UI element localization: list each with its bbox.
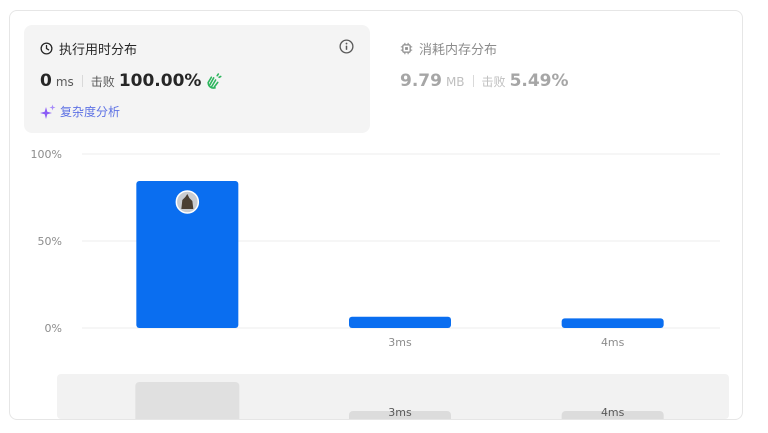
- memory-unit: MB: [445, 75, 465, 89]
- complexity-analysis-label: 复杂度分析: [60, 105, 121, 119]
- memory-stat-panel[interactable]: 消耗内存分布 9.79 MB 击败 5.49%: [388, 25, 718, 133]
- bar-2[interactable]: [561, 318, 664, 328]
- runtime-distribution-chart[interactable]: 0% 50% 100% 3ms 4ms 3ms 4ms: [10, 143, 743, 419]
- x-tick-label: 3ms: [388, 336, 412, 349]
- memory-beats-label: 击败: [481, 75, 506, 89]
- x-tick-label: 4ms: [601, 336, 625, 349]
- y-tick-label: 100%: [31, 148, 62, 161]
- bar-1[interactable]: [349, 316, 451, 328]
- memory-value: 9.79: [400, 71, 442, 91]
- divider: [81, 75, 83, 87]
- overview-label: 4ms: [601, 406, 625, 419]
- runtime-value: 0: [40, 71, 52, 91]
- info-icon[interactable]: [339, 39, 354, 54]
- overview-bar-0: [135, 382, 240, 419]
- y-tick-label: 50%: [38, 235, 62, 248]
- runtime-header: 执行用时分布: [40, 39, 137, 58]
- runtime-value-row: 0 ms 击败 100.00%: [40, 71, 222, 91]
- chip-icon: [400, 42, 413, 55]
- memory-header: 消耗内存分布: [400, 39, 497, 58]
- memory-beats-value: 5.49%: [509, 71, 569, 91]
- overview-label: 3ms: [388, 406, 412, 419]
- memory-value-row: 9.79 MB 击败 5.49%: [400, 71, 569, 91]
- divider: [472, 75, 474, 87]
- runtime-beats-value: 100.00%: [118, 71, 202, 91]
- memory-title: 消耗内存分布: [419, 43, 498, 58]
- complexity-analysis-link[interactable]: 复杂度分析: [40, 103, 120, 120]
- runtime-distribution-card: 执行用时分布 0 ms 击败 100.00% 复杂度分析 消耗内存分布 9.79…: [9, 10, 743, 420]
- runtime-title: 执行用时分布: [59, 43, 138, 58]
- clock-icon: [40, 42, 53, 55]
- sparkle-icon: [40, 104, 56, 119]
- runtime-beats-label: 击败: [90, 75, 115, 89]
- clapping-hands-icon: [207, 72, 222, 89]
- y-tick-label: 0%: [45, 322, 62, 335]
- runtime-stat-panel[interactable]: 执行用时分布 0 ms 击败 100.00% 复杂度分析: [24, 25, 370, 133]
- runtime-unit: ms: [55, 75, 74, 89]
